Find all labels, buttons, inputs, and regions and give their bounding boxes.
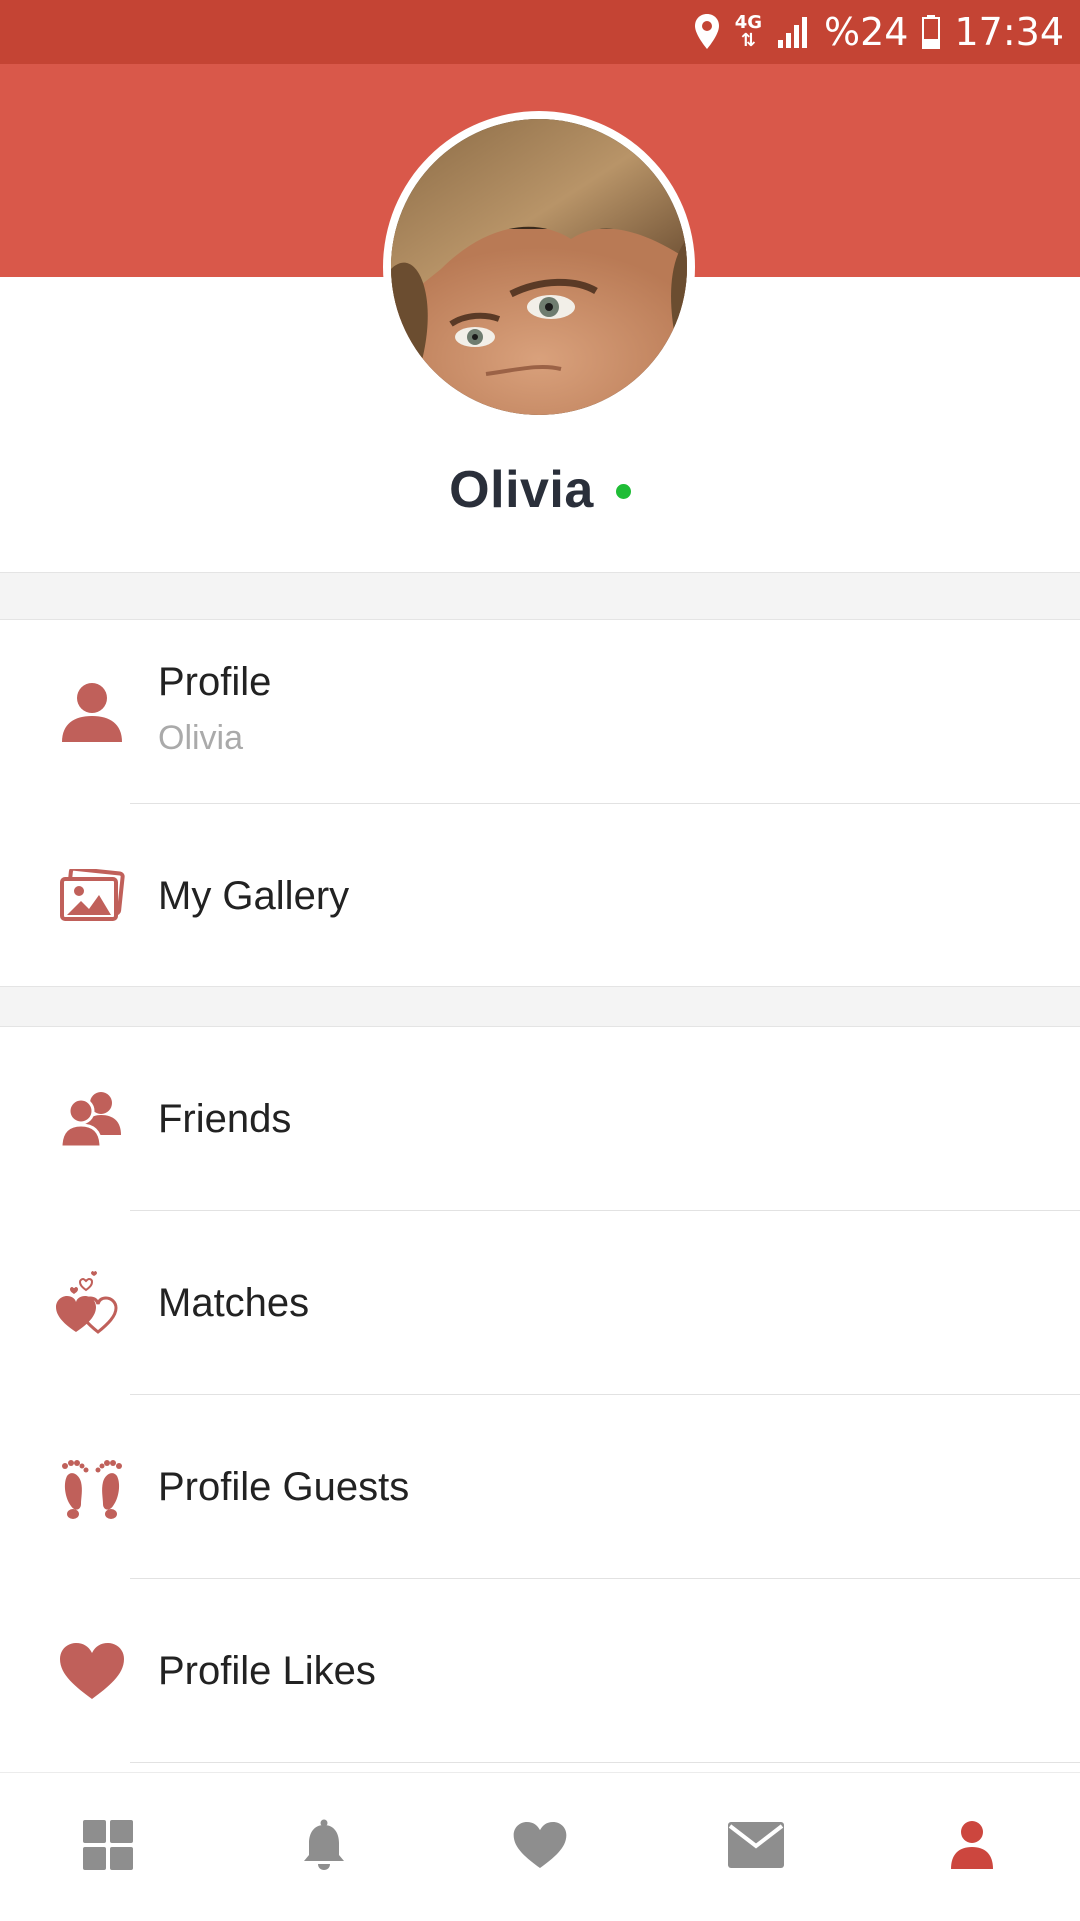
section-divider <box>0 572 1080 620</box>
clock: 17:34 <box>954 10 1064 54</box>
friends-icon <box>52 1079 132 1159</box>
menu-item-label: Profile Guests <box>158 1465 410 1509</box>
battery-percent: %24 <box>824 10 909 54</box>
online-status-dot <box>615 483 631 499</box>
tab-likes[interactable] <box>432 1773 648 1921</box>
menu-item-my-gallery[interactable]: My Gallery <box>0 804 1080 988</box>
signal-icon <box>776 16 810 48</box>
section-divider <box>0 986 1080 1027</box>
tab-messages[interactable] <box>648 1773 864 1921</box>
menu-item-label: Matches <box>158 1281 310 1325</box>
menu-item-label: Profile Likes <box>158 1649 376 1693</box>
menu-item-profile-likes[interactable]: Profile Likes <box>0 1579 1080 1763</box>
tab-dashboard[interactable] <box>0 1773 216 1921</box>
row-divider <box>130 1762 1080 1763</box>
tab-profile[interactable] <box>864 1773 1080 1921</box>
dashboard-icon <box>83 1819 133 1875</box>
menu-item-label: Profile <box>158 660 272 704</box>
matches-hearts-icon <box>52 1263 132 1343</box>
network-type-text: 4G <box>734 12 763 33</box>
menu-item-sublabel: Olivia <box>158 719 244 757</box>
heart-icon <box>52 1631 132 1711</box>
avatar-photo <box>391 119 687 415</box>
network-4g-icon: 4G ⇅ <box>734 12 763 51</box>
footprints-icon <box>52 1447 132 1527</box>
mail-icon <box>728 1821 784 1873</box>
avatar[interactable] <box>383 111 695 423</box>
menu-item-friends[interactable]: Friends <box>0 1027 1080 1211</box>
menu-item-profile-guests[interactable]: Profile Guests <box>0 1395 1080 1579</box>
profile-name: Olivia <box>449 461 594 519</box>
person-icon <box>52 672 132 752</box>
tab-notifications[interactable] <box>216 1773 432 1921</box>
gallery-icon <box>52 856 132 936</box>
status-bar: 4G ⇅ %24 17:34 <box>0 0 1080 64</box>
bottom-tab-bar <box>0 1772 1080 1921</box>
profile-name-row: Olivia <box>0 455 1080 525</box>
battery-icon <box>922 15 941 49</box>
menu-item-matches[interactable]: Matches <box>0 1211 1080 1395</box>
bell-icon <box>302 1819 346 1876</box>
heart-icon <box>512 1820 568 1875</box>
location-icon <box>693 13 721 51</box>
person-icon <box>950 1820 994 1875</box>
menu-item-label: Friends <box>158 1097 292 1141</box>
menu-item-label: My Gallery <box>158 874 350 918</box>
menu-item-profile[interactable]: Profile Olivia <box>0 620 1080 804</box>
